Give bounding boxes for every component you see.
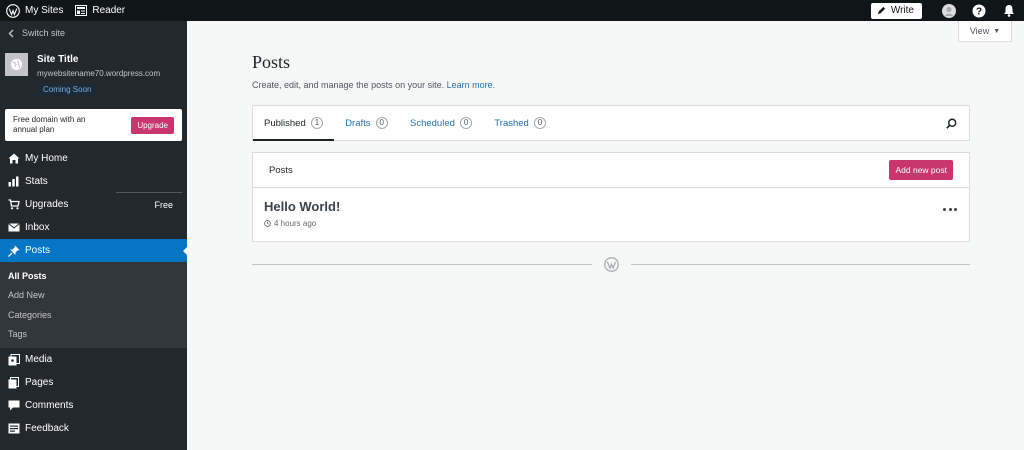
tab-scheduled[interactable]: Scheduled 0 [399, 106, 483, 140]
sidebar-item-my-home[interactable]: My Home [0, 147, 187, 170]
submenu-tags[interactable]: Tags [0, 325, 187, 345]
avatar[interactable] [934, 0, 964, 21]
reader-button[interactable]: Reader [69, 0, 131, 21]
tab-count: 0 [375, 117, 388, 129]
posts-submenu: All Posts Add New Categories Tags [0, 262, 187, 348]
search-icon[interactable] [933, 106, 969, 140]
sidebar-item-label: Upgrades [25, 199, 69, 210]
sidebar: Switch site Site Title mywebsitename70.w… [0, 21, 188, 450]
chevron-left-icon [8, 29, 14, 37]
list-item[interactable]: Hello World! 4 hours ago [253, 188, 969, 242]
sidebar-item-upgrades[interactable]: Upgrades Free [0, 193, 187, 216]
site-url: mywebsitename70.wordpress.com [37, 69, 161, 78]
clock-icon [264, 220, 271, 227]
site-title: Site Title [37, 54, 79, 65]
upgrade-nudge-text: Free domain with an annual plan [13, 115, 86, 134]
pen-icon [877, 6, 885, 15]
tab-count: 0 [533, 117, 547, 129]
sidebar-item-label: Feedback [25, 423, 69, 434]
sidebar-item-stats[interactable]: Stats [0, 170, 187, 193]
svg-text:?: ? [976, 6, 982, 17]
upgrade-nudge: Free domain with an annual plan Upgrade [5, 109, 182, 141]
site-globe-icon [5, 53, 28, 76]
upgrade-button[interactable]: Upgrade [131, 116, 174, 134]
stats-bar-chart-icon [7, 175, 20, 188]
tab-label: Drafts [345, 117, 371, 129]
sidebar-item-label: My Home [25, 153, 68, 164]
sidebar-item-posts[interactable]: Posts [0, 239, 188, 262]
posts-list-card: Posts Add new post Hello World! 4 hours … [252, 152, 970, 242]
submenu-all-posts[interactable]: All Posts [0, 266, 187, 286]
more-options-ellipsis-icon[interactable] [943, 208, 957, 211]
notifications-bell-icon[interactable] [994, 0, 1024, 21]
posts-list-title: Posts [269, 164, 293, 176]
tab-published[interactable]: Published 1 [253, 106, 335, 141]
sidebar-item-inbox[interactable]: Inbox [0, 216, 187, 239]
caret-down-icon: ▼ [993, 27, 1001, 35]
pages-icon [7, 376, 20, 389]
tab-label: Published [264, 117, 306, 129]
switch-site-link[interactable]: Switch site [0, 21, 187, 45]
feedback-form-icon [7, 422, 20, 435]
help-icon[interactable]: ? [964, 0, 994, 21]
switch-site-label: Switch site [22, 28, 66, 38]
tab-label: Trashed [494, 117, 529, 129]
sidebar-item-label: Posts [25, 245, 51, 256]
posts-list-header: Posts Add new post [253, 153, 969, 188]
wordpress-logo-icon [6, 3, 20, 18]
sidebar-item-media[interactable]: Media [0, 348, 187, 371]
post-time: 4 hours ago [274, 219, 317, 228]
tab-trashed[interactable]: Trashed 0 [483, 106, 557, 140]
write-label: Write [890, 5, 914, 16]
sidebar-item-label: Stats [25, 176, 48, 187]
sidebar-item-feedback[interactable]: Feedback [0, 417, 187, 440]
sidebar-item-pages[interactable]: Pages [0, 371, 187, 394]
tab-count: 1 [310, 117, 324, 129]
sidebar-item-label: Pages [25, 377, 54, 388]
coming-soon-badge: Coming Soon [37, 83, 98, 96]
sidebar-item-label: Inbox [25, 222, 50, 233]
my-sites-button[interactable]: My Sites [0, 0, 69, 21]
upgrades-free-badge: Free [154, 199, 173, 210]
learn-more-link[interactable]: Learn more. [447, 80, 496, 90]
sidebar-item-comments[interactable]: Comments [0, 394, 187, 417]
my-sites-label: My Sites [25, 5, 64, 16]
page-subtitle: Create, edit, and manage the posts on yo… [252, 80, 495, 90]
submenu-categories[interactable]: Categories [0, 305, 187, 325]
sidebar-menu: My Home Stats Upgrades Free Inbox Posts … [0, 147, 188, 440]
view-site-button[interactable]: View ▼ [958, 21, 1012, 42]
sidebar-item-label: Media [25, 354, 53, 365]
sidebar-item-label: Comments [25, 400, 74, 411]
page-title: Posts [252, 52, 291, 72]
media-icon [7, 353, 20, 366]
pushpin-icon [7, 244, 20, 257]
submenu-add-new[interactable]: Add New [0, 286, 187, 306]
add-new-post-button[interactable]: Add new post [889, 160, 953, 180]
reader-icon [75, 5, 88, 16]
footer-divider [252, 256, 970, 273]
cart-icon [7, 198, 20, 211]
post-status-tabs: Published 1 Drafts 0 Scheduled 0 Trashed… [252, 105, 970, 141]
tab-drafts[interactable]: Drafts 0 [334, 106, 399, 140]
page-subtitle-text: Create, edit, and manage the posts on yo… [252, 80, 445, 90]
view-label: View [969, 26, 990, 36]
wordpress-logo-icon [603, 257, 619, 272]
mail-icon [7, 221, 20, 234]
reader-label: Reader [92, 5, 126, 16]
post-meta: 4 hours ago [264, 219, 969, 228]
write-button[interactable]: Write [870, 2, 922, 19]
masterbar: My Sites Reader Write ? [0, 0, 1024, 21]
post-title[interactable]: Hello World! [264, 199, 969, 214]
tab-label: Scheduled [409, 117, 455, 129]
home-icon [7, 152, 20, 165]
comment-bubble-icon [7, 399, 20, 412]
tab-count: 0 [459, 117, 473, 129]
